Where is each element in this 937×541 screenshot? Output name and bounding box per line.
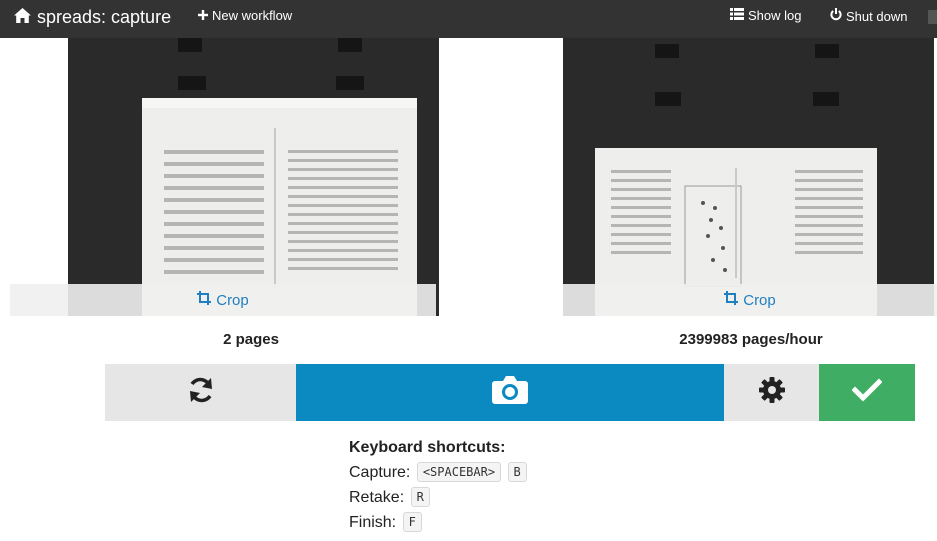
show-log-label: Show log [748, 8, 802, 23]
show-log-link[interactable]: Show log [730, 8, 801, 24]
key-b: B [507, 462, 527, 482]
right-preview-image [563, 38, 934, 316]
right-crop-button[interactable]: Crop [563, 284, 937, 316]
key-r: R [410, 487, 430, 507]
shortcuts-heading: Keyboard shortcuts: [349, 439, 506, 456]
crop-icon [724, 291, 739, 309]
capture-button[interactable] [296, 364, 724, 421]
capture-rate: 2399983 pages/hour [679, 331, 823, 348]
navbar-overflow [928, 10, 937, 24]
shut-down-link[interactable]: Shut down [830, 8, 907, 25]
top-navbar: spreads: capture New workflow Show log S… [0, 0, 937, 38]
list-icon [730, 8, 744, 24]
page-count: 2 pages [223, 331, 279, 348]
new-workflow-label: New workflow [212, 8, 293, 23]
left-preview-image [68, 38, 439, 316]
plus-icon [198, 8, 208, 24]
key-spacebar: <SPACEBAR> [416, 462, 502, 482]
left-crop-label: Crop [216, 291, 249, 309]
gear-icon [758, 376, 786, 409]
new-workflow-link[interactable]: New workflow [198, 8, 292, 24]
brand-link[interactable]: spreads: capture [14, 6, 171, 28]
crop-icon [197, 291, 212, 309]
shut-down-label: Shut down [846, 8, 908, 24]
camera-icon [492, 375, 528, 410]
shortcut-capture: Capture: <SPACEBAR> B [349, 460, 527, 485]
finish-button[interactable] [819, 364, 915, 421]
shortcut-retake-label: Retake: [349, 489, 405, 506]
key-f: F [402, 512, 422, 532]
refresh-icon [186, 375, 216, 410]
configure-button[interactable] [724, 364, 819, 421]
left-crop-button[interactable]: Crop [10, 284, 436, 316]
shortcut-capture-label: Capture: [349, 464, 411, 481]
keyboard-shortcuts: Keyboard shortcuts: Capture: <SPACEBAR> … [349, 439, 527, 535]
capture-action-bar [105, 364, 915, 421]
right-crop-label: Crop [743, 291, 776, 309]
right-camera-preview [563, 38, 934, 316]
shortcut-finish-label: Finish: [349, 514, 397, 531]
home-icon [14, 6, 31, 28]
power-icon [830, 8, 842, 25]
left-camera-preview [68, 38, 439, 316]
retake-button[interactable] [105, 364, 296, 421]
brand-title: spreads: capture [37, 7, 172, 27]
shortcut-finish: Finish: F [349, 510, 527, 535]
shortcut-retake: Retake: R [349, 485, 527, 510]
check-icon [851, 378, 883, 407]
